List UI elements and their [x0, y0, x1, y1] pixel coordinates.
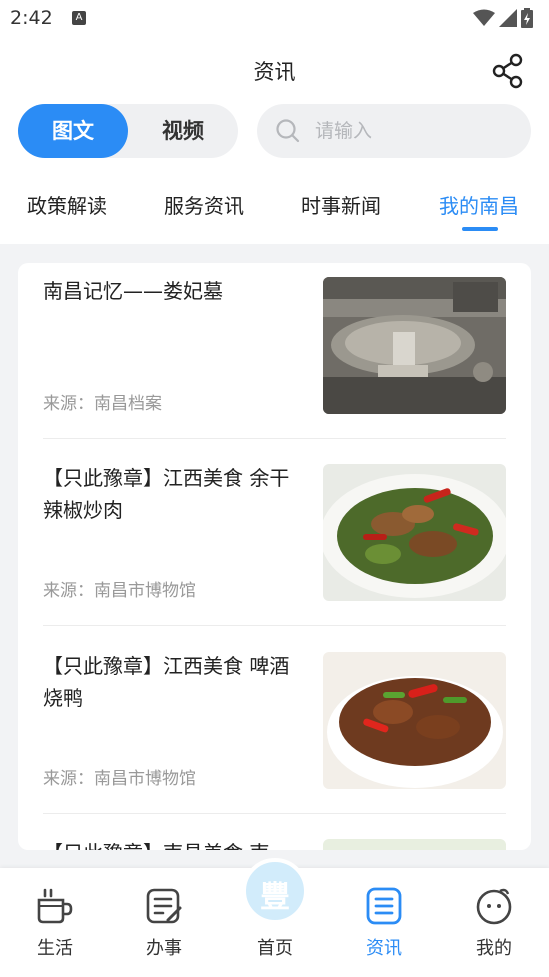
active-tab-indicator [462, 227, 498, 231]
home-button[interactable]: 豐 [242, 858, 308, 924]
article-list: 南昌记忆——娄妃墓 来源：南昌档案 【只此豫章】江西美食 余干辣椒炒肉 来源：南… [18, 263, 531, 850]
list-item[interactable]: 南昌记忆——娄妃墓 来源：南昌档案 [43, 263, 506, 439]
segment-video[interactable]: 视频 [128, 104, 238, 158]
nav-label: 我的 [476, 938, 512, 959]
list-item[interactable]: 【只此豫章】南昌美食 南 [43, 825, 506, 850]
article-title: 【只此豫章】南昌美食 南 [43, 837, 298, 850]
tab-service-news[interactable]: 服务资讯 [164, 190, 244, 219]
article-title: 【只此豫章】江西美食 啤酒烧鸭 [43, 654, 290, 710]
article-thumbnail [323, 839, 506, 850]
search-box[interactable] [257, 104, 531, 158]
stir-fry-dish-image [323, 464, 506, 601]
category-tabs: 政策解读 服务资讯 时事新闻 我的南昌 [0, 180, 549, 240]
search-input[interactable] [315, 112, 515, 150]
divider [43, 438, 506, 439]
nav-mine[interactable]: 我的 [454, 868, 534, 968]
nav-label: 生活 [37, 938, 73, 959]
article-source: 来源：南昌档案 [43, 394, 162, 414]
article-thumbnail [323, 464, 506, 601]
nav-label: 办事 [146, 938, 182, 959]
status-bar: 2:42 A [0, 0, 549, 38]
list-item[interactable]: 【只此豫章】江西美食 余干辣椒炒肉 来源：南昌市博物馆 [43, 450, 506, 626]
dish-image [323, 839, 506, 850]
list-item[interactable]: 【只此豫章】江西美食 啤酒烧鸭 来源：南昌市博物馆 [43, 638, 506, 814]
nav-label: 首页 [257, 938, 293, 959]
tab-my-nanchang[interactable]: 我的南昌 [439, 190, 519, 219]
signal-icon [499, 9, 517, 27]
nav-life[interactable]: 生活 [15, 868, 95, 968]
article-title: 【只此豫章】江西美食 余干辣椒炒肉 [43, 466, 290, 522]
article-title: 南昌记忆——娄妃墓 [43, 279, 223, 303]
battery-icon [521, 8, 533, 28]
article-source: 来源：南昌市博物馆 [43, 581, 196, 601]
divider [43, 813, 506, 814]
tab-current-news[interactable]: 时事新闻 [301, 190, 381, 219]
home-logo-icon: 豐 [260, 880, 290, 915]
memo-icon [146, 888, 182, 924]
share-button[interactable] [490, 53, 530, 89]
nav-label: 资讯 [366, 938, 402, 959]
nav-affairs[interactable]: 办事 [124, 868, 204, 968]
content-type-toggle: 图文 视频 [18, 104, 238, 158]
page-title: 资讯 [253, 60, 296, 84]
share-icon [492, 53, 523, 89]
search-icon [276, 119, 300, 143]
tab-policy[interactable]: 政策解读 [27, 190, 107, 219]
wifi-icon [473, 9, 495, 26]
nav-news[interactable]: 资讯 [344, 868, 424, 968]
segment-graphic-text[interactable]: 图文 [18, 104, 128, 158]
divider [43, 625, 506, 626]
article-thumbnail [323, 652, 506, 789]
cup-icon [37, 888, 73, 924]
news-icon [366, 887, 402, 925]
article-source: 来源：南昌市博物馆 [43, 769, 196, 789]
status-icons [473, 8, 533, 28]
tomb-photo-image [323, 277, 506, 414]
article-thumbnail [323, 277, 506, 414]
notification-icon: A [72, 11, 86, 25]
status-time: 2:42 [10, 7, 53, 29]
beer-duck-dish-image [323, 652, 506, 789]
profile-icon [476, 888, 512, 925]
